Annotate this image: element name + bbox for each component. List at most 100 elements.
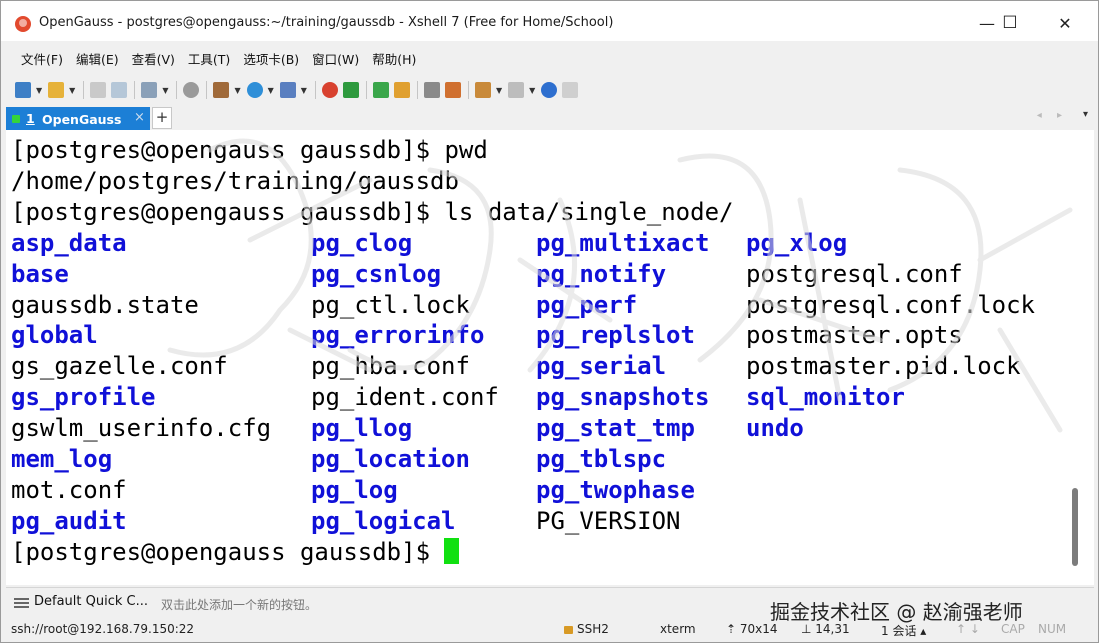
- directory-entry: pg_perf: [536, 290, 638, 319]
- status-position: ⊥ 14,31: [801, 622, 850, 636]
- print-icon[interactable]: [213, 82, 230, 98]
- file-entry: gswlm_userinfo.cfg: [11, 414, 272, 443]
- dropdown-icon[interactable]: ▼: [162, 86, 168, 95]
- terminal-line: /home/postgres/training/gaussdb: [11, 166, 459, 195]
- tab-scroll-arrows[interactable]: ◂ ▸: [1037, 110, 1068, 121]
- highlight-icon[interactable]: [444, 82, 461, 98]
- reconnect-icon[interactable]: [111, 82, 128, 98]
- menu-help[interactable]: 帮助(H): [372, 49, 416, 68]
- status-size: ⇡ 70x14: [726, 622, 778, 636]
- status-sessions[interactable]: 1 会话 ▴: [881, 622, 926, 639]
- scrollbar[interactable]: [1072, 130, 1087, 585]
- directory-entry: asp_data: [11, 228, 127, 257]
- toolbar-separator: [206, 81, 208, 99]
- open-folder-icon[interactable]: [48, 82, 65, 98]
- status-caps: CAP: [1001, 622, 1025, 636]
- connected-status-icon: [12, 115, 20, 123]
- new-session-icon[interactable]: [15, 82, 31, 98]
- menu-edit[interactable]: 编辑(E): [76, 49, 119, 68]
- file-entry: pg_hba.conf: [311, 352, 470, 381]
- xshell-window: OpenGauss - postgres@opengauss:~/trainin…: [0, 0, 1099, 643]
- status-connection: ssh://root@192.168.79.150:22: [11, 622, 195, 636]
- tab-list-icon[interactable]: ▾: [1083, 109, 1088, 120]
- keyboard-icon[interactable]: [423, 82, 440, 98]
- directory-entry: pg_stat_tmp: [536, 414, 695, 443]
- menu-icon[interactable]: [14, 598, 29, 608]
- directory-entry: pg_xlog: [746, 228, 848, 257]
- layout-icon[interactable]: [508, 82, 525, 98]
- file-entry: pg_ctl.lock: [311, 290, 470, 319]
- dropdown-icon[interactable]: ▼: [268, 86, 274, 95]
- status-num: NUM: [1038, 622, 1067, 636]
- menu-file[interactable]: 文件(F): [21, 49, 63, 68]
- help-icon[interactable]: [541, 82, 558, 98]
- directory-entry: sql_monitor: [746, 383, 905, 412]
- menu-tools[interactable]: 工具(T): [188, 49, 230, 68]
- tab-opengauss[interactable]: 1 OpenGauss ×: [6, 107, 150, 130]
- menu-tab[interactable]: 选项卡(B): [243, 49, 299, 68]
- dropdown-icon[interactable]: ▼: [36, 86, 42, 95]
- toolbar: ▼ ▼ ▼ ▼ ▼ ▼ ▼ ▼: [1, 75, 1098, 105]
- ls-output-row: asp_data pg_clog pg_multixact pg_xlog: [11, 228, 1071, 259]
- menu-view[interactable]: 查看(V): [132, 49, 175, 68]
- properties-icon[interactable]: [141, 82, 158, 98]
- directory-entry: global: [11, 321, 98, 350]
- directory-entry: pg_tblspc: [536, 445, 667, 473]
- close-button[interactable]: ✕: [1042, 9, 1088, 37]
- directory-entry: pg_notify: [536, 259, 667, 288]
- ls-output-row: gs_profile pg_ident.conf pg_snapshots sql_m…: [11, 382, 1071, 413]
- toolbar-separator: [176, 81, 178, 99]
- xftp-icon[interactable]: [342, 82, 359, 98]
- disconnect-icon[interactable]: [90, 82, 107, 98]
- directory-entry: pg_snapshots: [536, 383, 710, 412]
- dropdown-icon[interactable]: ▼: [234, 86, 240, 95]
- directory-entry: undo: [746, 414, 804, 443]
- ls-output-row: mot.conf pg_log pg_twophase: [11, 475, 1071, 506]
- toolbar-separator: [365, 81, 367, 99]
- dropdown-icon[interactable]: ▼: [69, 86, 75, 95]
- notes-icon[interactable]: [562, 82, 579, 98]
- terminal-line: [postgres@opengauss gaussdb]$ ls data/si…: [11, 197, 734, 226]
- tab-bar: 1 OpenGauss × + ◂ ▸ ▾: [1, 105, 1098, 130]
- xshell-icon[interactable]: [321, 82, 338, 98]
- status-arrows[interactable]: ↑ ↓: [956, 622, 980, 636]
- status-bar: ssh://root@192.168.79.150:22 SSH2 xterm …: [1, 618, 1098, 644]
- directory-entry: pg_llog: [311, 414, 413, 443]
- ls-output-row: gswlm_userinfo.cfg pg_llog pg_stat_tmp undo: [11, 413, 1071, 444]
- menu-window[interactable]: 窗口(W): [312, 49, 359, 68]
- status-protocol: SSH2: [564, 622, 609, 636]
- lock-icon: [564, 626, 573, 634]
- fullscreen-icon[interactable]: [372, 82, 389, 98]
- ls-output-row: base pg_csnlog pg_notify postgresql.conf: [11, 259, 1071, 290]
- quick-command-hint[interactable]: 双击此处添加一个新的按钮。: [161, 596, 317, 613]
- directory-entry: pg_replslot: [536, 321, 695, 350]
- directory-entry: pg_twophase: [536, 475, 695, 504]
- dropdown-icon[interactable]: ▼: [301, 86, 307, 95]
- maximize-button[interactable]: ☐: [987, 9, 1033, 37]
- globe-icon[interactable]: [246, 82, 263, 98]
- file-entry: pg_ident.conf: [311, 383, 499, 412]
- quick-command-set[interactable]: Default Quick C...: [34, 594, 148, 609]
- dropdown-icon[interactable]: ▼: [496, 86, 502, 95]
- menu-bar: 文件(F) 编辑(E) 查看(V) 工具(T) 选项卡(B) 窗口(W) 帮助(…: [1, 45, 1098, 71]
- tab-close-icon[interactable]: ×: [134, 110, 145, 125]
- directory-entry: pg_location: [311, 445, 470, 473]
- search-icon[interactable]: [183, 82, 200, 98]
- scrollbar-thumb[interactable]: [1072, 488, 1078, 566]
- directory-entry: gs_profile: [11, 383, 156, 412]
- dropdown-icon[interactable]: ▼: [529, 86, 535, 95]
- directory-entry: pg_clog: [311, 228, 413, 257]
- directory-entry: pg_serial: [536, 352, 667, 381]
- font-icon[interactable]: [279, 82, 296, 98]
- new-tab-button[interactable]: +: [152, 107, 172, 129]
- tab-number: 1: [26, 111, 35, 126]
- script-icon[interactable]: [474, 82, 491, 98]
- file-entry: gaussdb.state: [11, 290, 199, 319]
- terminal-area[interactable]: [postgres@opengauss gaussdb]$ pwd/home/p…: [6, 130, 1094, 585]
- file-entry: postmaster.opts: [746, 321, 963, 350]
- toolbar-separator: [134, 81, 136, 99]
- directory-entry: pg_audit: [11, 506, 127, 535]
- directory-entry: base: [11, 259, 69, 288]
- file-entry: gs_gazelle.conf: [11, 352, 228, 381]
- lock-icon[interactable]: [393, 82, 410, 98]
